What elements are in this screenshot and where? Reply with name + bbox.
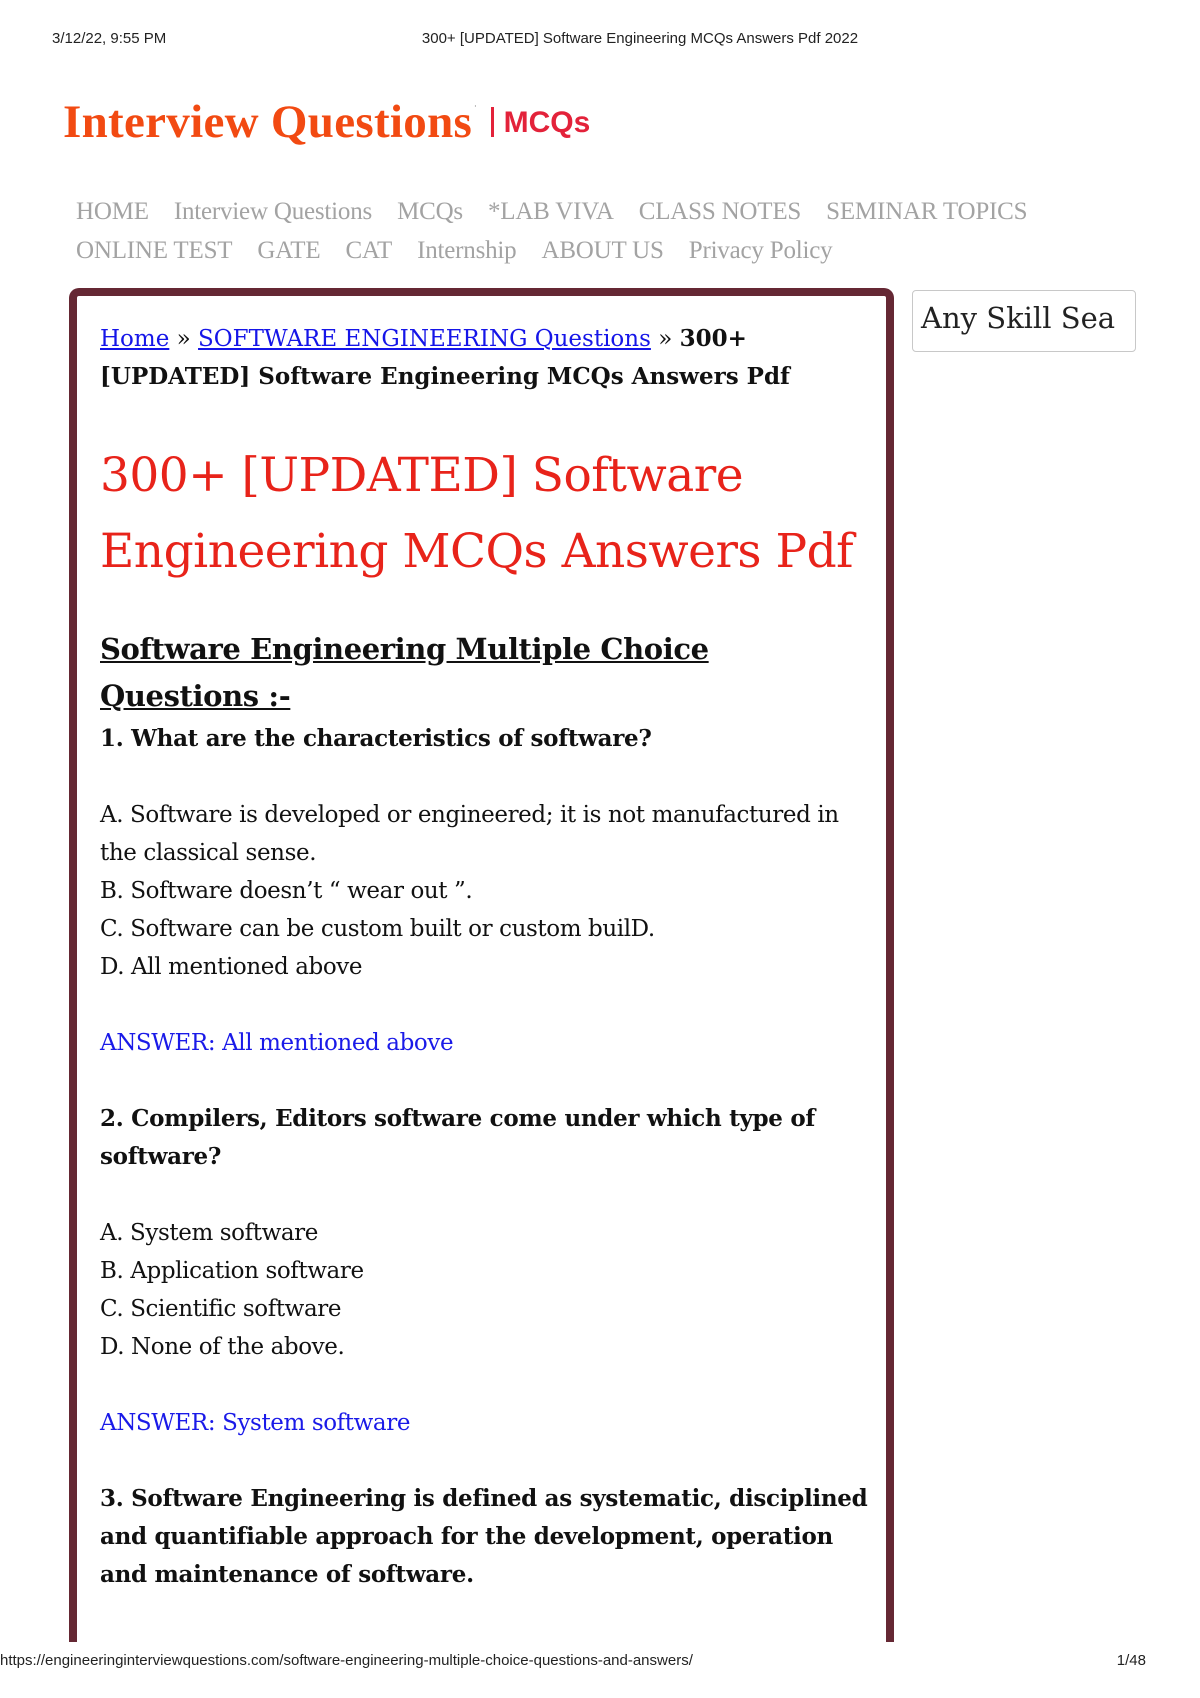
site-logo[interactable]: Interview Questions · MCQs [63,86,590,146]
breadcrumb-home[interactable]: Home [100,326,169,352]
section-heading: Software Engineering Multiple Choice Que… [100,632,709,713]
question-block: 2. Compilers, Editors software come unde… [100,1100,870,1442]
print-url: https://engineeringinterviewquestions.co… [0,1652,693,1669]
logo-brand-text: Interview Questions [63,96,473,148]
print-footer: https://engineeringinterviewquestions.co… [0,1652,1200,1672]
nav-gate[interactable]: GATE [257,237,320,265]
option-item: C. Software can be custom built or custo… [100,916,655,942]
answer-text: ANSWER: All mentioned above [100,1030,454,1056]
option-item: B. Software doesn’t “ wear out ”. [100,878,473,904]
nav-home[interactable]: HOME [76,198,149,226]
question-block: 3. Software Engineering is defined as sy… [100,1480,870,1594]
skill-search-input[interactable]: Any Skill Sea [912,290,1136,352]
nav-row-1: HOME Interview Questions MCQs *LAB VIVA … [76,192,1136,231]
question-block: 1. What are the characteristics of softw… [100,720,870,1062]
options-list: A. System software B. Application softwa… [100,1214,870,1366]
option-item: D. All mentioned above [100,954,363,980]
option-item: D. None of the above. [100,1334,345,1360]
question-text: 3. Software Engineering is defined as sy… [100,1485,868,1588]
question-text: 2. Compilers, Editors software come unde… [100,1105,815,1170]
print-header: 3/12/22, 9:55 PM 300+ [UPDATED] Software… [0,30,1200,50]
nav-row-2: ONLINE TEST GATE CAT Internship ABOUT US… [76,231,1136,270]
option-item: B. Application software [100,1258,364,1284]
nav-internship[interactable]: Internship [417,237,517,265]
nav-privacy-policy[interactable]: Privacy Policy [689,237,833,265]
print-doc-title: 300+ [UPDATED] Software Engineering MCQs… [421,30,859,47]
logo-mcqs-text: MCQs [503,106,591,139]
nav-about-us[interactable]: ABOUT US [541,237,663,265]
options-list: A. Software is developed or engineered; … [100,796,870,986]
nav-class-notes[interactable]: CLASS NOTES [639,198,802,226]
breadcrumb-separator: » [658,326,673,352]
option-item: C. Scientific software [100,1296,342,1322]
logo-separator [490,107,494,137]
answer-text: ANSWER: System software [100,1410,411,1436]
breadcrumb-separator: » [176,326,191,352]
option-item: A. System software [100,1220,318,1246]
nav-mcqs[interactable]: MCQs [397,198,463,226]
nav-seminar-topics[interactable]: SEMINAR TOPICS [826,198,1027,226]
nav-lab-viva[interactable]: *LAB VIVA [488,198,614,226]
question-text: 1. What are the characteristics of softw… [100,725,652,752]
page-title: 300+ [UPDATED] Software Engineering MCQs… [100,448,854,579]
main-nav: HOME Interview Questions MCQs *LAB VIVA … [76,192,1136,270]
nav-cat[interactable]: CAT [345,237,392,265]
article: Home » SOFTWARE ENGINEERING Questions » … [100,320,870,1594]
nav-online-test[interactable]: ONLINE TEST [76,237,233,265]
breadcrumb-category[interactable]: SOFTWARE ENGINEERING Questions [198,326,651,352]
page-number: 1/48 [1116,1652,1146,1669]
logo-trademark: · [474,102,477,111]
breadcrumb: Home » SOFTWARE ENGINEERING Questions » … [100,320,870,396]
option-item: A. Software is developed or engineered; … [100,802,839,866]
nav-interview-questions[interactable]: Interview Questions [174,198,372,226]
